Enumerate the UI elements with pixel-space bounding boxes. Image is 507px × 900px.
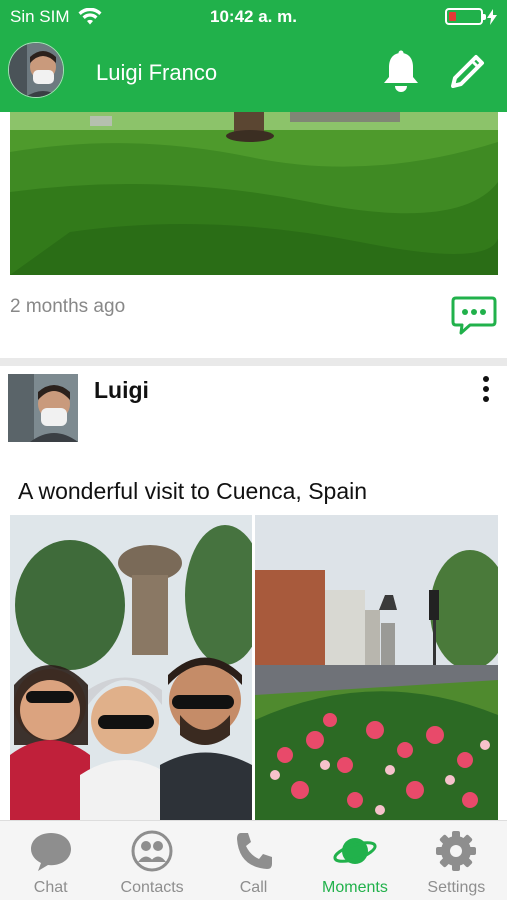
chat-bubble-icon (30, 833, 71, 871)
avatar-photo (9, 43, 63, 97)
tab-contacts-label: Contacts (120, 879, 184, 896)
app-header: Luigi Franco (0, 34, 507, 112)
tab-moments-label: Moments (322, 879, 388, 896)
post-caption: A wonderful visit to Cuenca, Spain (18, 478, 368, 504)
status-bar: Sin SIM 10:42 a. m. (0, 0, 507, 34)
charging-bolt-icon (487, 8, 497, 25)
battery-icon (445, 8, 486, 25)
header-user-name: Luigi Franco (96, 60, 218, 85)
tab-chat[interactable]: Chat (0, 821, 101, 900)
tab-moments[interactable]: Moments (304, 821, 405, 900)
contacts-icon (131, 830, 173, 872)
bell-icon[interactable] (380, 50, 422, 94)
post-photo-selfie[interactable] (10, 515, 252, 820)
tab-chat-label: Chat (33, 879, 68, 896)
tab-settings[interactable]: Settings (406, 821, 507, 900)
post-author-avatar[interactable] (8, 374, 78, 442)
post-author-name[interactable]: Luigi (94, 377, 149, 404)
moments-feed[interactable]: 2 months ago Luigi A wonderful visit to … (0, 112, 507, 820)
gear-icon (436, 831, 477, 871)
post-photo-park[interactable] (10, 112, 498, 275)
post-photo-street[interactable] (255, 515, 498, 820)
phone-icon (236, 833, 272, 869)
avatar[interactable] (8, 42, 64, 98)
bottom-tab-bar: Chat Contacts Call Moments Settings (0, 820, 507, 900)
tab-settings-label: Settings (427, 879, 486, 896)
tab-call[interactable]: Call (203, 821, 304, 900)
more-options-icon[interactable] (478, 374, 494, 404)
post-timestamp: 2 months ago (10, 296, 126, 317)
edit-pencil-icon[interactable] (445, 50, 489, 94)
status-time: 10:42 a. m. (210, 7, 297, 26)
tab-contacts[interactable]: Contacts (101, 821, 202, 900)
status-right (445, 8, 497, 25)
planet-icon (333, 838, 377, 864)
tab-call-label: Call (239, 879, 268, 896)
comment-bubble-icon[interactable] (450, 294, 498, 338)
post-divider (0, 358, 507, 366)
